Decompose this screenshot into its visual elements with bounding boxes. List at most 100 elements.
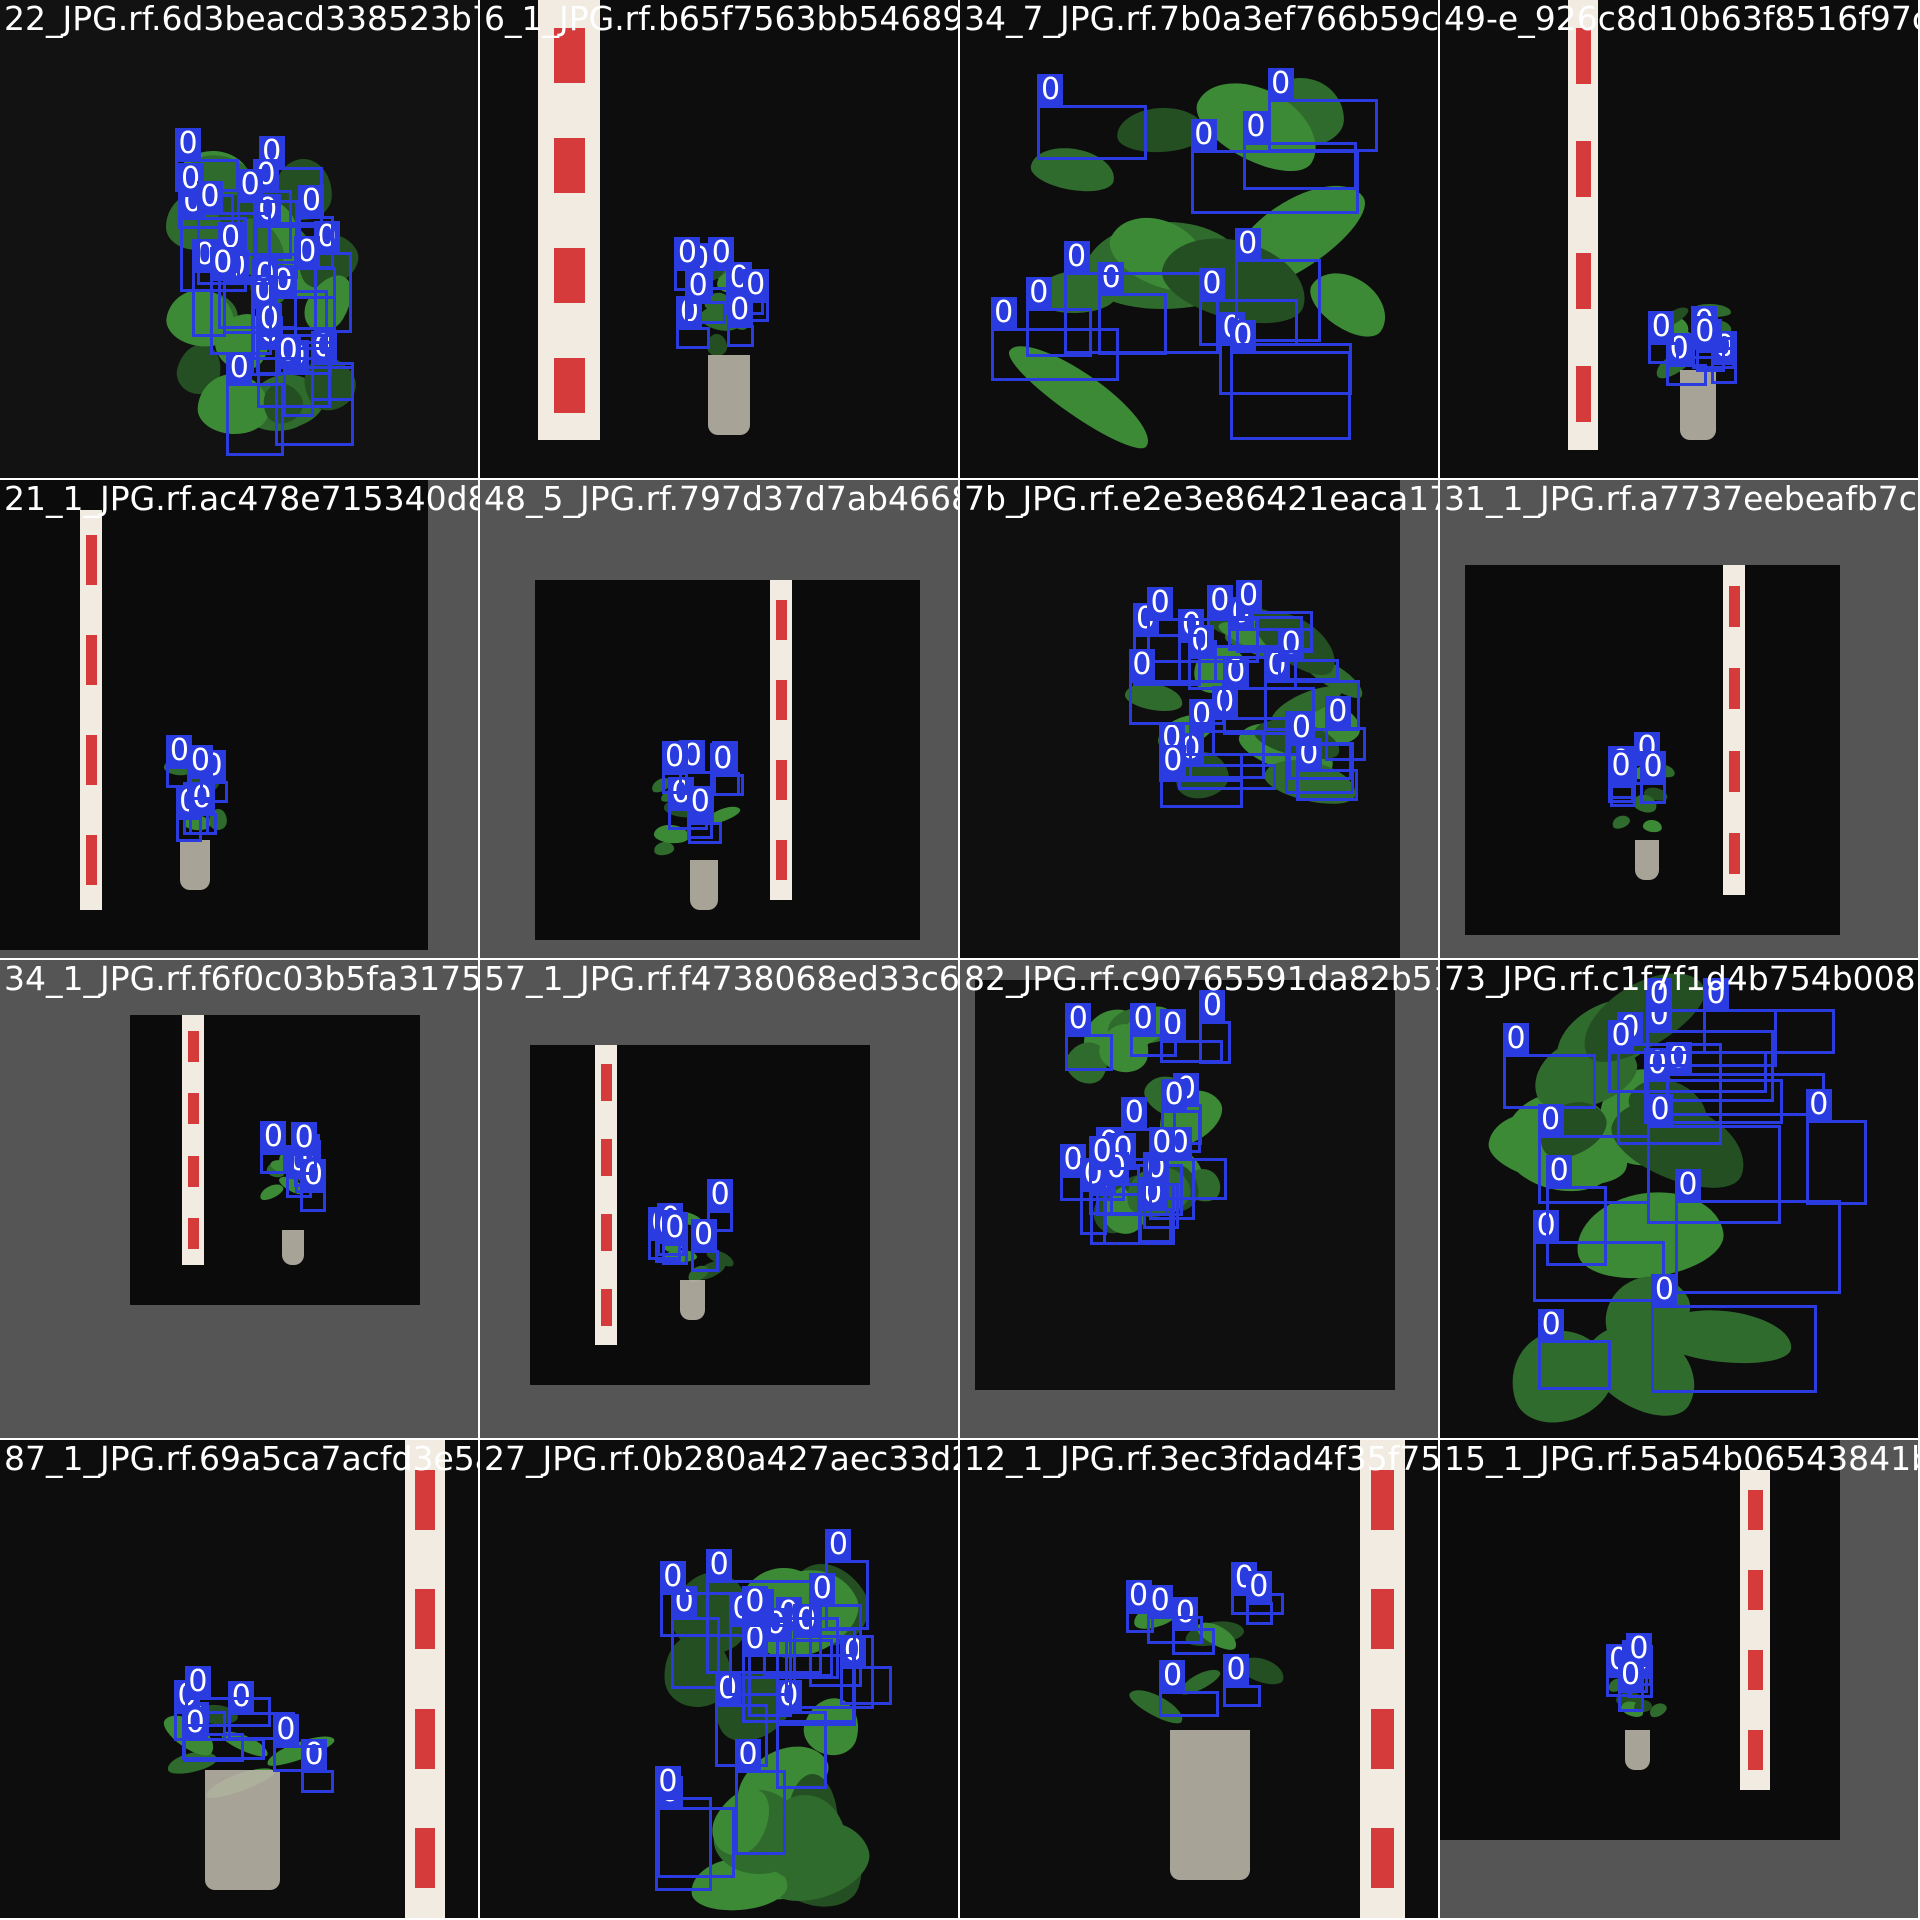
class-label: 0	[1147, 1584, 1174, 1616]
class-label: 0	[1025, 277, 1052, 309]
detection-box: 0	[1691, 316, 1735, 370]
ruler-red-segment	[1575, 140, 1591, 197]
ruler-red-segment	[1371, 1469, 1394, 1530]
class-label: 0	[1288, 712, 1315, 744]
class-label: 0	[661, 740, 688, 772]
class-label: 0	[1538, 1309, 1565, 1341]
detection-mosaic: 00000000000000000000000022_JPG.rf.6d3bea…	[0, 0, 1920, 1920]
mosaic-tile: 00000000000034_7_JPG.rf.7b0a3ef766b59c17…	[960, 0, 1438, 478]
class-label: 0	[260, 1120, 287, 1152]
detection-box: 0	[661, 740, 688, 794]
class-label: 0	[1805, 1088, 1832, 1120]
detection-box: 0	[654, 1765, 713, 1892]
detection-box: 0	[1245, 1570, 1274, 1626]
ruler-red-segment	[1371, 1828, 1394, 1889]
class-label: 0	[1502, 1023, 1529, 1055]
mosaic-tile: 000000006_1_JPG.rf.b65f7563bb546896eb4d7…	[480, 0, 958, 478]
detection-box: 0	[182, 1706, 266, 1760]
mosaic-tile: 00000034_1_JPG.rf.f6f0c03b5fa3175781aff8…	[0, 960, 478, 1438]
class-label: 0	[1089, 1136, 1116, 1168]
ruler-red-segment	[85, 535, 97, 585]
class-label: 0	[654, 1765, 681, 1797]
class-label: 0	[1128, 648, 1155, 680]
detection-box: 0	[990, 296, 1120, 382]
class-label: 0	[184, 1665, 211, 1697]
detection-box: 0	[1640, 750, 1667, 804]
class-label: 0	[687, 786, 714, 818]
class-label: 0	[1608, 1019, 1635, 1051]
plant-photo	[0, 480, 478, 958]
plant-pot	[1170, 1730, 1250, 1880]
plant-photo	[1440, 0, 1918, 478]
class-label: 0	[1037, 74, 1064, 106]
class-label: 0	[707, 1178, 734, 1210]
detection-box: 0	[300, 1159, 327, 1213]
class-label: 0	[1617, 1659, 1644, 1691]
measuring-ruler	[770, 580, 792, 900]
class-label: 0	[187, 745, 214, 777]
class-label: 0	[1691, 316, 1718, 348]
detection-box: 0	[690, 1218, 719, 1272]
plant-photo	[1440, 1440, 1918, 1918]
class-label: 0	[726, 294, 753, 326]
detection-box: 0	[1130, 1003, 1177, 1058]
detection-box: 0	[1617, 1659, 1644, 1713]
class-label: 0	[1148, 1126, 1175, 1158]
class-label: 0	[1063, 240, 1090, 272]
mosaic-tile: 00000057_1_JPG.rf.f4738068ed33c6282f40a6…	[480, 960, 958, 1438]
mosaic-tile: 00000049-e_926c8d10b63f8516f97c	[1440, 0, 1918, 478]
ruler-red-segment	[1728, 585, 1740, 627]
detection-box: 0	[685, 269, 727, 325]
detection-box: 0	[226, 351, 285, 457]
mosaic-tile: 000000087_1_JPG.rf.69a5ca7acfd3e5a71db4d…	[0, 1440, 478, 1918]
detection-box: 0	[1646, 1093, 1782, 1225]
class-label: 0	[674, 237, 701, 269]
ruler-red-segment	[1575, 365, 1591, 422]
mosaic-tile: 000000000000000073_JPG.rf.c1f7f1d4b754b0…	[1440, 960, 1918, 1438]
plant-pot	[708, 355, 750, 435]
class-label: 0	[1702, 978, 1729, 1010]
class-label: 0	[1159, 745, 1186, 777]
detection-box: 0	[1288, 712, 1352, 781]
mosaic-tile: 000000000000000000007b_JPG.rf.e2e3e86421…	[960, 480, 1438, 958]
measuring-ruler	[1740, 1470, 1770, 1790]
class-label: 0	[1640, 750, 1667, 782]
detection-box: 0	[1648, 310, 1679, 364]
detection-box: 0	[1651, 1274, 1817, 1394]
class-label: 0	[291, 1122, 318, 1154]
ruler-red-segment	[600, 1138, 612, 1177]
ruler-red-segment	[415, 1589, 435, 1650]
class-label: 0	[1648, 310, 1675, 342]
ruler-red-segment	[775, 680, 787, 720]
detection-box: 0	[291, 1122, 318, 1176]
plant-pot	[690, 860, 718, 910]
detection-box: 0	[1128, 648, 1225, 725]
class-label: 0	[1646, 978, 1673, 1010]
detection-box: 0	[260, 1120, 287, 1174]
ruler-red-segment	[415, 1828, 435, 1889]
class-label: 0	[1147, 586, 1174, 618]
plant-pot	[1625, 1730, 1650, 1770]
measuring-ruler	[595, 1045, 617, 1345]
mosaic-tile: 0000031_1_JPG.rf.a7737eebeafb7c	[1440, 480, 1918, 958]
ruler-red-segment	[600, 1063, 612, 1102]
class-label: 0	[1206, 585, 1233, 617]
ruler-red-segment	[1728, 833, 1740, 875]
plant-photo	[1440, 480, 1918, 958]
detection-box: 0	[1037, 74, 1147, 160]
class-label: 0	[690, 1218, 717, 1250]
ruler-red-segment	[1747, 1570, 1763, 1610]
ruler-red-segment	[1371, 1589, 1394, 1650]
ruler-red-segment	[187, 1093, 199, 1125]
detection-box: 0	[1538, 1309, 1612, 1391]
class-label: 0	[1190, 118, 1217, 150]
black-backdrop	[0, 480, 428, 950]
black-backdrop	[530, 1045, 870, 1385]
detection-box: 0	[1188, 698, 1266, 779]
class-label: 0	[196, 181, 223, 213]
class-label: 0	[1222, 1653, 1249, 1685]
detection-box: 0	[1235, 580, 1313, 654]
class-label: 0	[1234, 228, 1261, 260]
detection-box: 0	[1537, 1104, 1651, 1204]
class-label: 0	[174, 127, 201, 159]
